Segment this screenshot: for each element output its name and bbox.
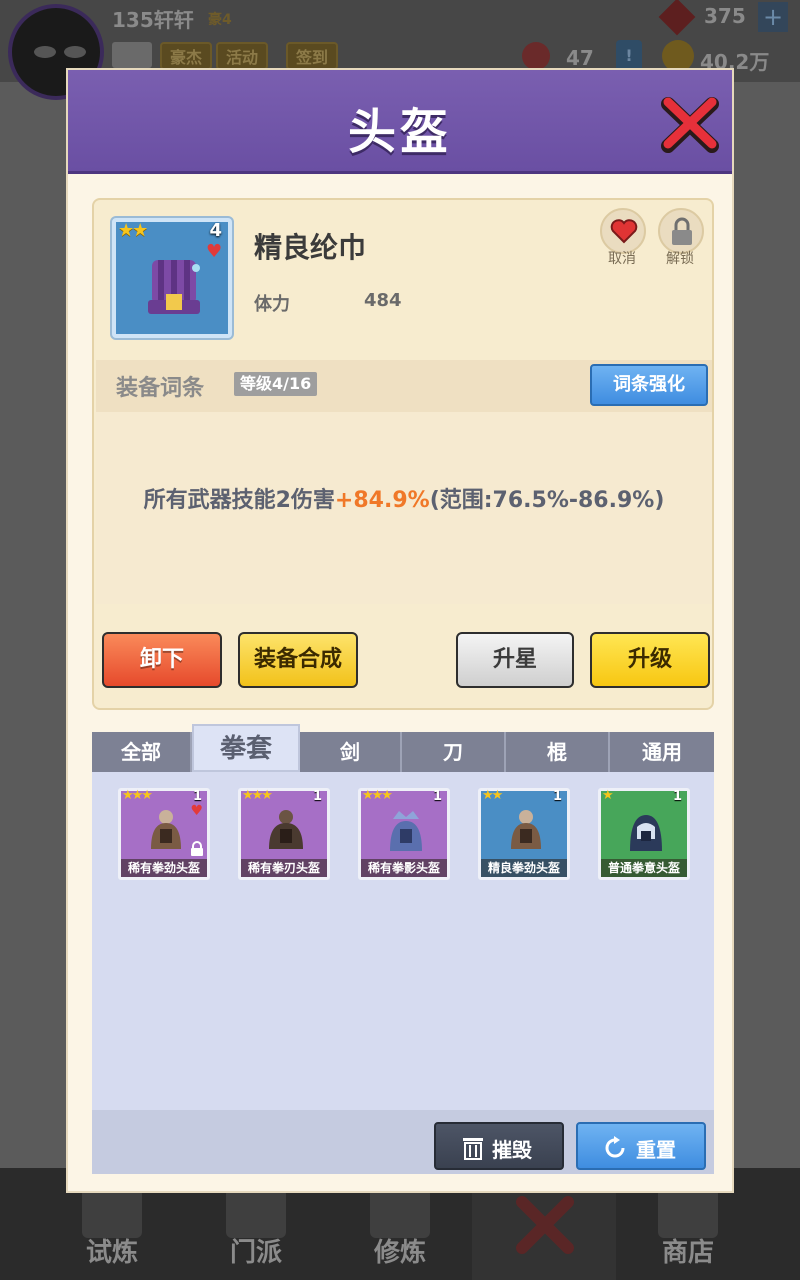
unequip-button[interactable]: 卸下 — [102, 632, 222, 688]
heart-icon — [610, 219, 638, 244]
item-detail-card: ★★ 4 ♥ 精良纶巾 体力 484 取消 解锁 装备词条 等级4/16 词条强… — [92, 198, 714, 710]
inventory-footer: 摧毁 重置 — [92, 1110, 714, 1174]
destroy-label: 摧毁 — [492, 1138, 532, 1162]
star-up-button[interactable]: 升星 — [456, 632, 574, 688]
item-stars: ★★★ — [122, 788, 153, 803]
item-stars: ★★★ — [242, 788, 273, 803]
ninja-icon — [82, 1188, 142, 1238]
item-name: 稀有拳刃头盔 — [241, 859, 327, 877]
helmet-figure-icon — [151, 810, 181, 849]
turban-helmet-icon — [148, 260, 200, 314]
equipped-item-slot[interactable]: ★★ 4 ♥ — [112, 218, 232, 338]
book-icon — [370, 1188, 430, 1238]
lock-icon — [672, 217, 692, 245]
tab-gloves[interactable]: 拳套 — [192, 724, 300, 772]
item-level: 4 — [209, 220, 222, 241]
favorite-label: 取消 — [608, 251, 636, 267]
tab-staff[interactable]: 棍 — [506, 732, 610, 772]
avatar-eye — [34, 46, 56, 58]
tab-sword[interactable]: 剑 — [300, 732, 402, 772]
category-tabs: 全部 拳套 剑 刀 棍 通用 — [92, 724, 714, 772]
inventory-item[interactable]: ★★★ 1 ♥ 稀有拳劲头盔 — [118, 788, 210, 880]
gem-icon — [658, 0, 696, 36]
dialog-header: 头盔 — [68, 70, 732, 174]
helmet-figure-icon — [390, 811, 422, 851]
helmet-figure-icon — [630, 815, 662, 851]
item-name: 精良纶巾 — [254, 231, 367, 264]
shop-icon — [658, 1188, 718, 1238]
nav-label: 试炼 — [85, 1238, 138, 1268]
gem-count: 375 — [704, 4, 746, 28]
nav-label: 修炼 — [373, 1238, 426, 1268]
tab-all[interactable]: 全部 — [92, 732, 192, 772]
heroes-button[interactable]: 豪杰 — [160, 42, 213, 70]
vip-badge: 豪4 — [208, 12, 232, 28]
item-level: 1 — [432, 789, 442, 804]
item-stars: ★★ — [482, 788, 503, 803]
affix-text-prefix: 所有武器技能2伤害 — [143, 488, 335, 513]
item-level: 1 — [192, 789, 202, 804]
affix-enhance-button[interactable]: 词条强化 — [590, 364, 708, 406]
item-stars: ★ — [602, 788, 614, 803]
synthesize-button[interactable]: 装备合成 — [238, 632, 358, 688]
red-envelope-icon[interactable] — [522, 42, 550, 70]
inventory-item[interactable]: ★★★ 1 稀有拳影头盔 — [358, 788, 450, 880]
item-level: 1 — [552, 789, 562, 804]
affix-header: 装备词条 等级4/16 词条强化 — [96, 360, 712, 412]
affix-range: (范围:76.5%-86.9%) — [429, 488, 665, 513]
dialog-title: 头盔 — [347, 104, 452, 160]
nav-label: 商店 — [661, 1238, 714, 1268]
tab-general[interactable]: 通用 — [610, 732, 714, 772]
mail-icon[interactable] — [112, 42, 152, 68]
refresh-icon — [605, 1136, 625, 1158]
affix-title: 装备词条 — [116, 376, 205, 401]
temple-icon — [226, 1188, 286, 1238]
item-stars: ★★★ — [362, 788, 393, 803]
item-name: 精良拳劲头盔 — [481, 859, 567, 877]
stat-value: 484 — [364, 290, 402, 311]
item-level: 1 — [672, 789, 682, 804]
item-name: 稀有拳影头盔 — [361, 859, 447, 877]
lock-icon — [191, 841, 203, 856]
add-gems-button[interactable]: + — [758, 2, 788, 32]
helmet-figure-icon — [269, 810, 303, 849]
helmet-figure-icon — [511, 810, 541, 849]
checkin-button[interactable]: 签到 — [286, 42, 339, 70]
affix-level-badge: 等级4/16 — [234, 372, 318, 396]
inventory-item[interactable]: ★★ 1 精良拳劲头盔 — [478, 788, 570, 880]
nav-label: 门派 — [229, 1238, 282, 1268]
inventory-item[interactable]: ★★★ 1 稀有拳刃头盔 — [238, 788, 330, 880]
heart-icon: ♥ — [190, 803, 203, 819]
unlock-label: 解锁 — [666, 251, 694, 267]
upgrade-button[interactable]: 升级 — [590, 632, 710, 688]
affix-body: 所有武器技能2伤害+84.9%(范围:76.5%-86.9%) — [96, 412, 712, 604]
reset-button[interactable]: 重置 — [576, 1122, 706, 1170]
crossed-swords-icon — [516, 1196, 574, 1254]
destroy-button[interactable]: 摧毁 — [434, 1122, 564, 1170]
item-name: 普通拳意头盔 — [601, 859, 687, 877]
events-button[interactable]: 活动 — [216, 42, 269, 70]
trash-icon — [463, 1138, 483, 1160]
affix-value: +84.9% — [334, 488, 430, 513]
heart-icon: ♥ — [206, 241, 223, 262]
affix-description: 所有武器技能2伤害+84.9%(范围:76.5%-86.9%) — [96, 482, 712, 514]
reset-label: 重置 — [636, 1138, 676, 1162]
helmet-dialog: 头盔 ★★ 4 ♥ 精良纶巾 体力 484 取消 解锁 装备词条 等级4/16 … — [66, 68, 734, 1193]
tab-blade[interactable]: 刀 — [402, 732, 506, 772]
item-name: 稀有拳劲头盔 — [121, 859, 207, 877]
item-stars: ★★ — [118, 220, 148, 241]
badge-count: 47 — [566, 46, 594, 70]
inventory-item[interactable]: ★ 1 普通拳意头盔 — [598, 788, 690, 880]
item-level: 1 — [312, 789, 322, 804]
stat-label: 体力 — [254, 294, 290, 315]
player-name: 135轩轩 — [112, 8, 194, 32]
close-button[interactable] — [658, 94, 722, 156]
avatar-eye — [64, 46, 86, 58]
